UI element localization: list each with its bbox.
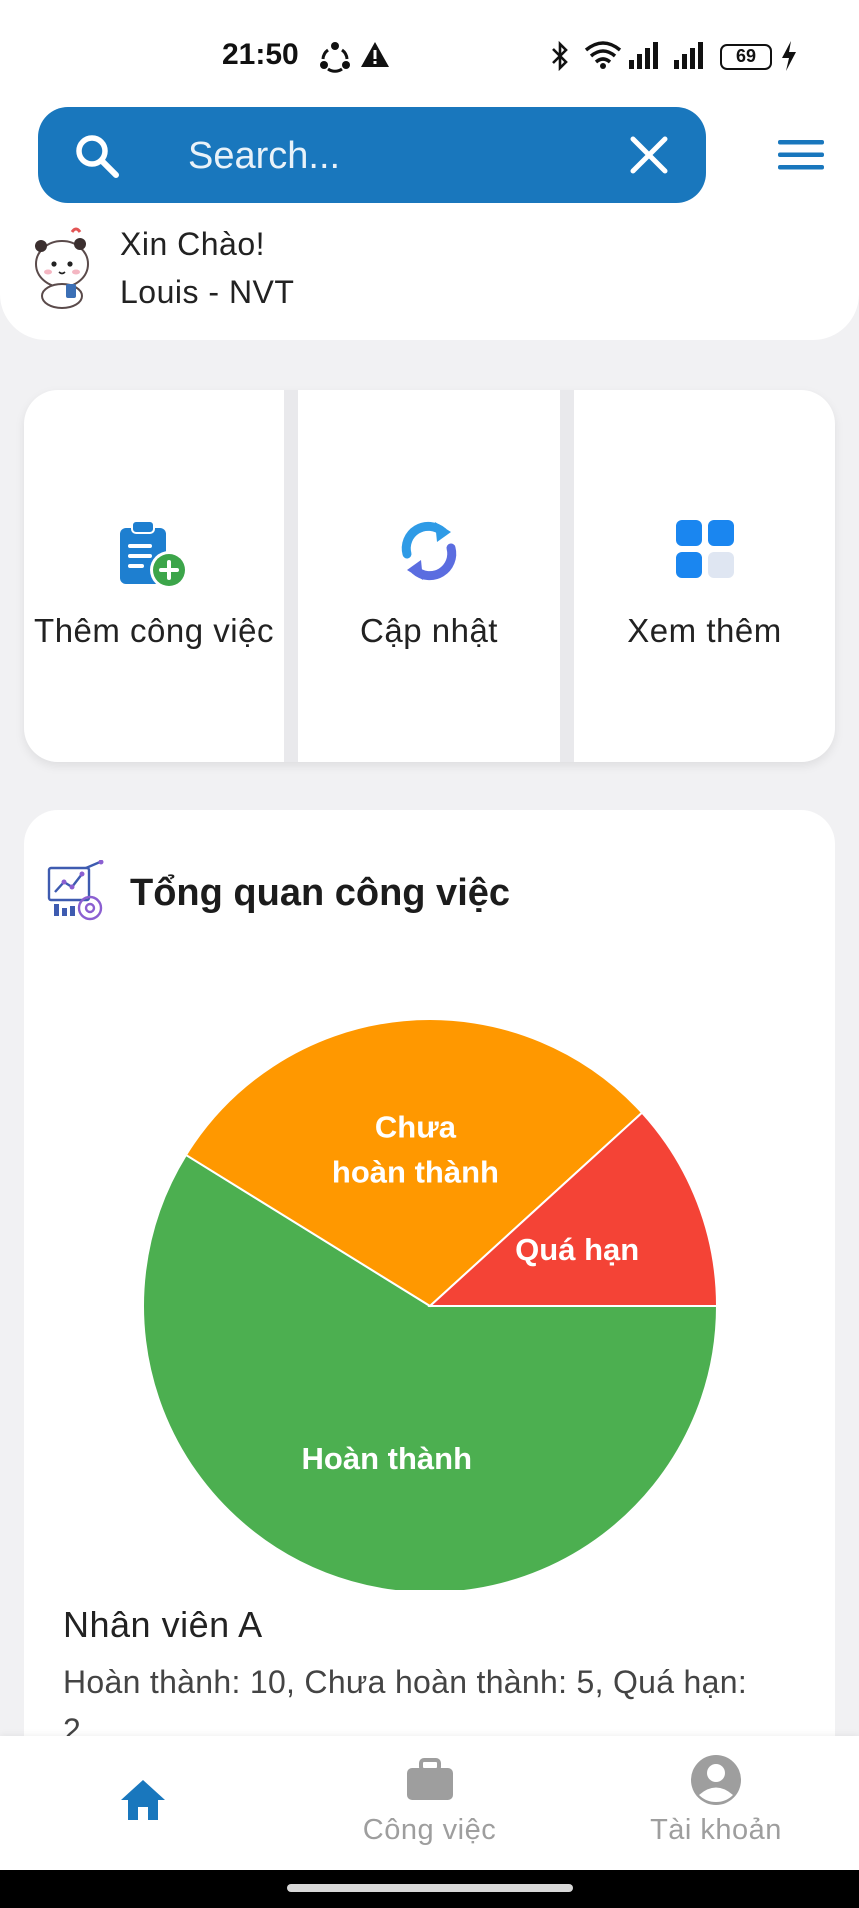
greeting-text: Xin Chào! bbox=[120, 226, 266, 262]
account-icon bbox=[691, 1755, 741, 1805]
refresh-label: Cập nhật bbox=[360, 612, 498, 649]
pie-label-2: Quá hạn bbox=[515, 1232, 639, 1267]
home-icon bbox=[121, 1780, 165, 1820]
search-bar[interactable] bbox=[38, 107, 706, 203]
add-task-icon bbox=[120, 520, 188, 589]
see-more-label: Xem thêm bbox=[627, 612, 782, 649]
quick-actions: Thêm công việc Cập nhật Xem thêm bbox=[24, 390, 835, 762]
sync-icon bbox=[320, 42, 350, 73]
refresh-button[interactable]: Cập nhật bbox=[298, 390, 560, 762]
clear-search-icon[interactable] bbox=[628, 134, 670, 176]
nav-account-label: Tài khoản bbox=[650, 1814, 782, 1846]
battery-level: 69 bbox=[735, 46, 757, 66]
gesture-handle[interactable] bbox=[287, 1884, 573, 1892]
briefcase-icon bbox=[406, 1758, 453, 1800]
add-task-button[interactable]: Thêm công việc bbox=[24, 390, 284, 762]
bluetooth-icon bbox=[552, 40, 568, 72]
nav-tasks-label: Công việc bbox=[362, 1814, 497, 1846]
add-task-label: Thêm công việc bbox=[34, 612, 274, 649]
nav-account[interactable]: Tài khoản bbox=[573, 1736, 859, 1870]
pie-chart: Hoàn thànhChưa hoàn thànhQuá hạn bbox=[142, 1018, 719, 1590]
search-icon[interactable] bbox=[72, 131, 122, 181]
see-more-button[interactable]: Xem thêm bbox=[574, 390, 835, 762]
status-bar: 21:50 69 bbox=[0, 0, 859, 100]
search-input[interactable] bbox=[188, 133, 628, 179]
avatar[interactable] bbox=[22, 222, 104, 312]
gesture-bar bbox=[0, 1870, 859, 1908]
signal-icon bbox=[629, 42, 658, 69]
grid-icon bbox=[675, 520, 734, 578]
pie-label-0: Hoàn thành bbox=[302, 1441, 473, 1476]
status-time: 21:50 bbox=[222, 38, 299, 71]
warning-icon bbox=[361, 42, 389, 67]
menu-icon[interactable] bbox=[778, 138, 824, 172]
username: Louis - NVT bbox=[120, 274, 295, 310]
signal-icon bbox=[674, 42, 703, 69]
charging-icon bbox=[782, 41, 796, 71]
refresh-icon bbox=[401, 521, 457, 581]
employee-name: Nhân viên A bbox=[63, 1604, 263, 1645]
battery-icon: 69 bbox=[720, 44, 772, 70]
wifi-icon bbox=[584, 41, 622, 69]
nav-tasks[interactable]: Công việc bbox=[286, 1736, 573, 1870]
bottom-nav: Công việc Tài khoản bbox=[0, 1736, 859, 1870]
nav-home[interactable] bbox=[0, 1736, 286, 1870]
